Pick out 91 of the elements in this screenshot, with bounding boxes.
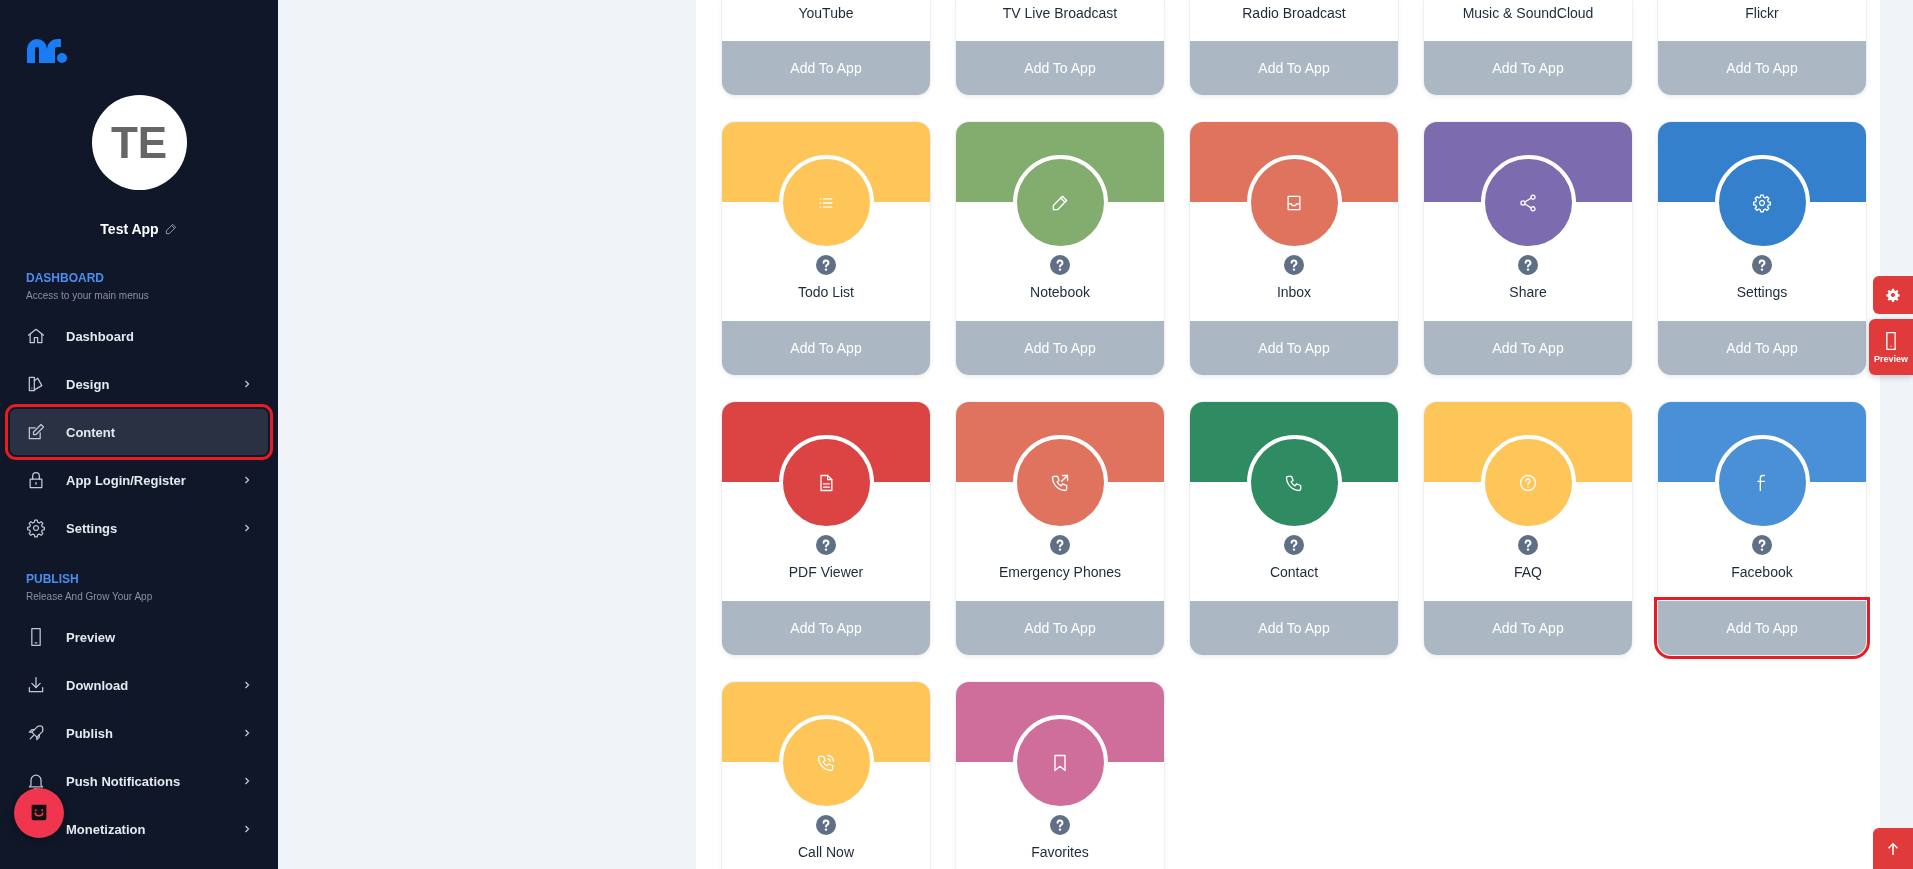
- add-to-app-button[interactable]: Add To App: [956, 41, 1164, 95]
- feature-name: Contact: [1269, 563, 1319, 581]
- nav-label: Design: [66, 376, 111, 392]
- add-to-app-button[interactable]: Add To App: [722, 41, 930, 95]
- add-to-app-button[interactable]: Add To App: [1424, 321, 1632, 375]
- nav-label: Publish: [66, 725, 114, 741]
- gear-icon: [1885, 287, 1901, 303]
- phone-arrow-icon: [1050, 472, 1070, 493]
- chevron-icon: [242, 776, 252, 786]
- nav-item[interactable]: Dashboard: [10, 313, 268, 359]
- add-to-app-button[interactable]: Add To App: [1658, 321, 1866, 375]
- nav-label: Push Notifications: [66, 773, 182, 789]
- feature-name: Emergency Phones: [998, 563, 1122, 581]
- help-icon[interactable]: [1284, 535, 1304, 555]
- nav-item[interactable]: Publish: [10, 710, 268, 756]
- app-name: Test App: [100, 221, 159, 237]
- help-icon[interactable]: [1518, 255, 1538, 275]
- feature-name: TV Live Broadcast: [1002, 4, 1118, 22]
- feature-name: Notebook: [1030, 283, 1090, 301]
- chevron-icon: [242, 379, 252, 389]
- nav-item[interactable]: Monetization: [10, 806, 268, 852]
- add-to-app-button[interactable]: Add To App: [956, 321, 1164, 375]
- help-icon[interactable]: [1050, 815, 1070, 835]
- chevron-icon: [242, 824, 252, 834]
- add-to-app-button[interactable]: Add To App: [1190, 601, 1398, 655]
- chevron-icon: [242, 523, 252, 533]
- help-icon[interactable]: [1050, 255, 1070, 275]
- preview-button[interactable]: Preview: [1869, 319, 1913, 375]
- feature-name: YouTube: [798, 4, 854, 22]
- feature-name: Music & SoundCloud: [1462, 4, 1594, 22]
- nav-item[interactable]: Push Notifications: [10, 758, 268, 804]
- add-to-app-button[interactable]: Add To App: [1424, 601, 1632, 655]
- help-icon[interactable]: [1752, 255, 1772, 275]
- feature-name: Flickr: [1745, 4, 1779, 22]
- avatar[interactable]: TE: [91, 95, 187, 190]
- edit-icon: [26, 422, 46, 442]
- nav-label: Dashboard: [66, 328, 135, 344]
- feature-name: PDF Viewer: [788, 563, 864, 581]
- add-to-app-button[interactable]: Add To App: [722, 601, 930, 655]
- help-icon: [1518, 472, 1538, 493]
- feature-name: Settings: [1736, 283, 1788, 301]
- add-to-app-button[interactable]: Add To App: [1190, 321, 1398, 375]
- chevron-icon: [242, 728, 252, 738]
- phone-ringing-icon: [816, 752, 836, 773]
- settings-icon: [26, 518, 46, 538]
- nav-label: App Login/Register: [66, 472, 187, 488]
- feature-name: Facebook: [1731, 563, 1793, 581]
- help-icon[interactable]: [1284, 255, 1304, 275]
- feature-name: Inbox: [1276, 283, 1312, 301]
- nav-item[interactable]: Settings: [10, 505, 268, 551]
- section-title: DASHBOARD: [26, 271, 105, 285]
- chevron-icon: [242, 680, 252, 690]
- help-icon[interactable]: [816, 815, 836, 835]
- add-to-app-button[interactable]: Add To App: [956, 601, 1164, 655]
- settings-icon: [1752, 192, 1772, 213]
- help-icon[interactable]: [816, 535, 836, 555]
- help-icon[interactable]: [1518, 535, 1538, 555]
- feature-name: Todo List: [797, 283, 854, 301]
- rocket-icon: [26, 723, 46, 743]
- add-to-app-button[interactable]: Add To App: [1424, 41, 1632, 95]
- help-icon[interactable]: [1050, 535, 1070, 555]
- nav-label: Download: [66, 677, 130, 693]
- chevron-icon: [242, 475, 252, 485]
- nav-item[interactable]: Download: [10, 662, 268, 708]
- feature-name: Call Now: [798, 843, 854, 861]
- nav-item[interactable]: Design: [10, 361, 268, 407]
- logo-icon: [25, 37, 69, 65]
- help-icon[interactable]: [1752, 535, 1772, 555]
- section-subtitle: Release And Grow Your App: [26, 591, 154, 602]
- feature-name: FAQ: [1514, 563, 1542, 581]
- add-to-app-button[interactable]: Add To App: [722, 321, 930, 375]
- help-icon[interactable]: [816, 255, 836, 275]
- download-icon: [26, 675, 46, 695]
- add-to-app-button[interactable]: Add To App: [1190, 41, 1398, 95]
- scroll-top-button[interactable]: [1873, 828, 1913, 869]
- settings-button[interactable]: [1873, 276, 1913, 314]
- nav-label: Preview: [66, 629, 117, 645]
- add-to-app-button[interactable]: Add To App: [1658, 41, 1866, 95]
- nav-label: Settings: [66, 520, 119, 536]
- pencil-icon[interactable]: [163, 222, 178, 236]
- nav-item[interactable]: App Login/Register: [10, 457, 268, 503]
- home-icon: [26, 326, 46, 346]
- section-title: PUBLISH: [26, 572, 80, 586]
- feature-name: Radio Broadcast: [1242, 4, 1346, 22]
- nav-label: Monetization: [66, 821, 147, 837]
- nav-label: Content: [66, 424, 117, 440]
- feature-name: Share: [1509, 283, 1547, 301]
- nav-item[interactable]: Preview: [10, 614, 268, 660]
- share-icon: [1518, 192, 1538, 213]
- section-subtitle: Access to your main menus: [26, 290, 150, 301]
- feature-name: Favorites: [1031, 843, 1089, 861]
